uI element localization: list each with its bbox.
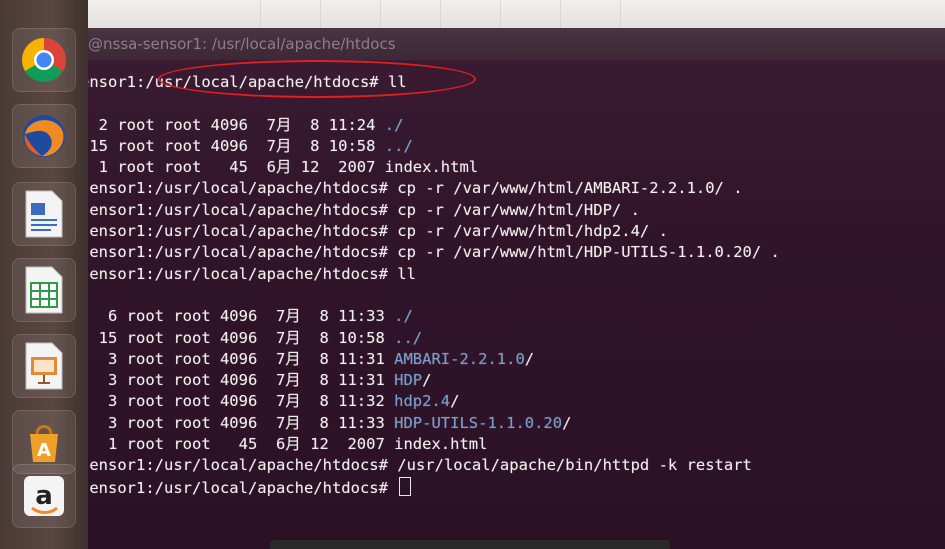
terminal-line: 2 root root 4096 7月 8 11:24 ./	[80, 115, 780, 136]
terminal-prompt: sensor1:/usr/local/apache/htdocs#	[80, 200, 398, 219]
terminal-window[interactable]: @nssa-sensor1: /usr/local/apache/htdocs …	[60, 28, 945, 549]
listing-attributes: 1 root root 45 6月 12 2007	[80, 158, 385, 177]
listing-file-name: index.html	[384, 158, 479, 177]
listing-attributes: 15 root root 4096 7月 8 10:58	[80, 328, 395, 347]
annotation-circle	[158, 60, 476, 98]
listing-attributes: 1 root root 45 6月 12 2007	[80, 435, 395, 454]
listing-attributes: 6 root root 4096 7月 8 11:33	[80, 307, 395, 326]
terminal-line: sensor1:/usr/local/apache/htdocs# /usr/l…	[80, 455, 780, 476]
listing-dir-name: ./	[394, 307, 413, 326]
terminal-line: 6 root root 4096 7月 8 11:33 ./	[80, 306, 780, 327]
launcher-item-impress[interactable]	[12, 334, 76, 398]
svg-text:A: A	[37, 440, 51, 461]
terminal-line: sensor1:/usr/local/apache/htdocs# cp -r …	[80, 221, 780, 242]
terminal-line: sensor1:/usr/local/apache/htdocs# ll	[80, 264, 780, 285]
launcher-bar: A a	[0, 0, 88, 549]
terminal-title[interactable]: @nssa-sensor1: /usr/local/apache/htdocs	[60, 28, 945, 60]
launcher-item-amazon[interactable]: a	[12, 464, 76, 528]
bottom-panel	[270, 540, 670, 549]
terminal-command: cp -r /var/www/html/HDP-UTILS-1.1.0.20/ …	[397, 243, 780, 262]
listing-attributes: 3 root root 4096 7月 8 11:32	[80, 392, 395, 411]
svg-text:a: a	[35, 481, 53, 511]
impress-icon	[22, 341, 66, 391]
listing-slash: /	[524, 349, 535, 368]
listing-slash: /	[422, 371, 432, 390]
listing-dir-name: ../	[394, 328, 423, 347]
terminal-prompt: sensor1:/usr/local/apache/htdocs#	[80, 456, 398, 475]
listing-slash: /	[450, 392, 460, 411]
listing-attributes: 3 root root 4096 7月 8 11:33	[80, 413, 395, 432]
listing-attributes: 3 root root 4096 7月 8 11:31	[80, 371, 395, 390]
terminal-command: /usr/local/apache/bin/httpd -k restart	[397, 456, 752, 475]
terminal-command: cp -r /var/www/html/HDP/ .	[397, 200, 640, 219]
terminal-line: 15 root root 4096 7月 8 10:58 ../	[80, 328, 780, 349]
terminal-line: sensor1:/usr/local/apache/htdocs#	[80, 476, 780, 498]
terminal-line: 3 root root 4096 7月 8 11:31 AMBARI-2.2.1…	[80, 349, 780, 370]
terminal-output[interactable]: ensor1:/usr/local/apache/htdocs# ll 2 ro…	[80, 72, 780, 498]
launcher-item-firefox[interactable]	[12, 104, 76, 168]
calc-icon	[22, 265, 66, 315]
terminal-prompt: sensor1:/usr/local/apache/htdocs#	[80, 478, 398, 497]
terminal-line: sensor1:/usr/local/apache/htdocs# cp -r …	[80, 178, 780, 199]
terminal-line: 1 root root 45 6月 12 2007 index.html	[80, 434, 780, 455]
listing-dir-name: HDP-UTILS-1.1.0.20	[394, 413, 563, 432]
listing-attributes: 15 root root 4096 7月 8 10:58	[80, 136, 385, 155]
terminal-prompt: sensor1:/usr/local/apache/htdocs#	[80, 243, 398, 262]
terminal-prompt: sensor1:/usr/local/apache/htdocs#	[80, 264, 398, 283]
launcher-item-chrome[interactable]	[12, 28, 76, 92]
terminal-prompt: sensor1:/usr/local/apache/htdocs#	[80, 222, 398, 241]
listing-attributes: 2 root root 4096 7月 8 11:24	[80, 115, 385, 134]
listing-dir-name: ../	[384, 136, 413, 155]
terminal-command: cp -r /var/www/html/hdp2.4/ .	[397, 222, 668, 241]
writer-icon	[22, 189, 66, 239]
launcher-item-writer[interactable]	[12, 182, 76, 246]
listing-attributes: 3 root root 4096 7月 8 11:31	[80, 349, 395, 368]
terminal-line: 3 root root 4096 7月 8 11:31 HDP/	[80, 370, 780, 391]
terminal-line: 3 root root 4096 7月 8 11:32 hdp2.4/	[80, 391, 780, 412]
terminal-line: sensor1:/usr/local/apache/htdocs# cp -r …	[80, 200, 780, 221]
terminal-prompt: sensor1:/usr/local/apache/htdocs#	[80, 179, 398, 198]
listing-dir-name: HDP	[394, 371, 423, 390]
firefox-icon	[20, 112, 68, 160]
amazon-icon: a	[20, 472, 68, 520]
listing-dir-name: ./	[384, 115, 404, 134]
terminal-command: cp -r /var/www/html/AMBARI-2.2.1.0/ .	[397, 179, 743, 198]
listing-dir-name: AMBARI-2.2.1.0	[394, 349, 525, 368]
launcher-item-calc[interactable]	[12, 258, 76, 322]
terminal-line: sensor1:/usr/local/apache/htdocs# cp -r …	[80, 242, 780, 263]
terminal-line: 1 root root 45 6月 12 2007 index.html	[80, 157, 780, 178]
terminal-line: 3 root root 4096 7月 8 11:33 HDP-UTILS-1.…	[80, 413, 780, 434]
terminal-line: 15 root root 4096 7月 8 10:58 ../	[80, 136, 780, 157]
chrome-icon	[20, 36, 68, 84]
listing-slash: /	[562, 413, 572, 432]
listing-file-name: index.html	[394, 435, 488, 454]
terminal-command: ll	[397, 264, 416, 283]
listing-dir-name: hdp2.4	[394, 392, 451, 411]
terminal-cursor	[399, 476, 412, 496]
software-center-icon: A	[20, 418, 68, 466]
